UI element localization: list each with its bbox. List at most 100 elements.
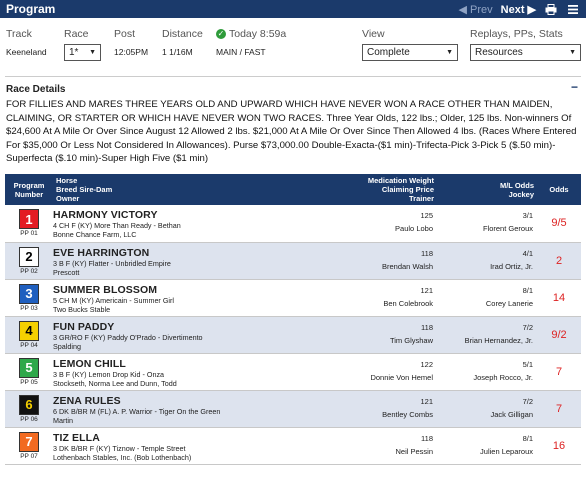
jockey-name: Florent Geroux bbox=[482, 224, 533, 233]
weight-value: 125 bbox=[420, 211, 433, 220]
program-number-badge: 5 bbox=[19, 357, 39, 378]
program-number-cell: 6 PP 06 bbox=[5, 390, 53, 427]
horse-name[interactable]: FUN PADDY bbox=[53, 321, 327, 333]
list-menu-icon[interactable] bbox=[566, 3, 580, 15]
ml-odds-value: 8/1 bbox=[522, 285, 533, 295]
horse-breed: 5 CH M (KY) Americain - Summer Girl bbox=[53, 295, 175, 305]
race-info: Track Race Post Distance ✓ Today 8:59a Vi… bbox=[0, 18, 586, 488]
table-row[interactable]: 7 PP 07 TIZ ELLA 3 DK B/BR F (KY) Tiznow - … bbox=[5, 427, 581, 464]
horse-cell: HARMONY VICTORY 4 CH F (KY) More Than Rea… bbox=[53, 205, 327, 242]
horse-owner: Lothenbach Stables, Inc. (Bob Lothenbach… bbox=[53, 452, 192, 462]
live-odds: 16 bbox=[552, 439, 566, 452]
ml-odds-cell: 7/2 Jack Gilligan bbox=[437, 390, 537, 427]
table-row[interactable]: 4 PP 04 FUN PADDY 3 GR/RO F (KY) Paddy O'Pr… bbox=[5, 316, 581, 353]
horse-name[interactable]: TIZ ELLA bbox=[53, 432, 327, 444]
header-nav: ◀ Prev Next ▶ bbox=[459, 3, 581, 16]
weight-value: 118 bbox=[421, 248, 433, 258]
col-odds: Odds bbox=[549, 185, 569, 194]
program-number-cell: 1 PP 01 bbox=[5, 205, 53, 242]
post-position: PP 01 bbox=[20, 230, 38, 237]
program-number-badge: 2 bbox=[19, 246, 39, 267]
horse-name[interactable]: SUMMER BLOSSOM bbox=[53, 284, 327, 296]
chevron-down-icon: ▼ bbox=[569, 49, 576, 56]
jockey-name: Jack Gilligan bbox=[490, 409, 533, 419]
table-row[interactable]: 1 PP 01 HARMONY VICTORY 4 CH F (KY) More Th… bbox=[5, 205, 581, 242]
col-medication: Medication Weight Claiming Price Trainer bbox=[367, 176, 434, 203]
horse-owner: Martin bbox=[53, 415, 73, 425]
program-number-badge: 6 bbox=[19, 394, 39, 415]
program-number-badge: 3 bbox=[19, 283, 39, 304]
trainer-name: Brendan Walsh bbox=[382, 261, 433, 271]
jockey-name: Julien Leparoux bbox=[480, 446, 533, 456]
table-row[interactable]: 6 PP 06 ZENA RULES 6 DK B/BR M (FL) A. P. W… bbox=[5, 390, 581, 427]
table-header-row: Program Number Horse Breed Sire-Dam Owner M… bbox=[5, 174, 581, 205]
horse-name[interactable]: ZENA RULES bbox=[53, 395, 327, 407]
post-value: 12:05PM bbox=[114, 47, 149, 57]
race-details-heading: Race Details bbox=[6, 84, 66, 95]
distance-label: Distance bbox=[162, 28, 203, 40]
horse-breed: 3 B F (KY) Flatter - Unbridled Empire bbox=[53, 258, 171, 268]
jockey-name: Joseph Rocco, Jr. bbox=[473, 372, 533, 382]
horse-cell: EVE HARRINGTON 3 B F (KY) Flatter - Unbri… bbox=[53, 242, 327, 279]
jockey-name: Brian Hernandez, Jr. bbox=[464, 335, 533, 345]
today-label: ✓ Today 8:59a bbox=[216, 28, 287, 40]
jockey-name: Irad Ortiz, Jr. bbox=[490, 261, 533, 271]
table-row[interactable]: 5 PP 05 LEMON CHILL 3 B F (KY) Lemon Drop K… bbox=[5, 353, 581, 390]
program-header: Program ◀ Prev Next ▶ bbox=[0, 0, 586, 18]
ml-odds-value: 3/1 bbox=[522, 211, 533, 220]
horse-breed: 3 GR/RO F (KY) Paddy O'Prado - Divertime… bbox=[53, 332, 203, 342]
medication-cell: 118 Tim Glyshaw bbox=[327, 316, 437, 353]
ml-odds-cell: 8/1 Julien Leparoux bbox=[437, 427, 537, 464]
check-icon: ✓ bbox=[216, 29, 226, 40]
collapse-toggle[interactable]: − bbox=[571, 80, 578, 94]
trainer-name: Ben Colebrook bbox=[383, 298, 433, 308]
table-row[interactable]: 3 PP 03 SUMMER BLOSSOM 5 CH M (KY) Americai… bbox=[5, 279, 581, 316]
post-position: PP 05 bbox=[20, 378, 38, 386]
horse-breed: 4 CH F (KY) More Than Ready - Bethan bbox=[53, 221, 181, 230]
horse-name[interactable]: EVE HARRINGTON bbox=[53, 247, 327, 259]
replays-label: Replays, PPs, Stats bbox=[470, 28, 563, 40]
post-position: PP 02 bbox=[20, 267, 38, 275]
trainer-name: Neil Pessin bbox=[395, 446, 433, 456]
post-position: PP 04 bbox=[20, 341, 38, 349]
medication-cell: 121 Ben Colebrook bbox=[327, 279, 437, 316]
weight-value: 121 bbox=[420, 396, 433, 406]
program-number-badge: 4 bbox=[19, 320, 39, 341]
ml-odds-cell: 4/1 Irad Ortiz, Jr. bbox=[437, 242, 537, 279]
ml-odds-value: 4/1 bbox=[522, 248, 533, 258]
horse-cell: FUN PADDY 3 GR/RO F (KY) Paddy O'Prado - … bbox=[53, 316, 327, 353]
print-icon[interactable] bbox=[544, 3, 558, 15]
weight-value: 122 bbox=[420, 359, 433, 369]
horse-cell: SUMMER BLOSSOM 5 CH M (KY) Americain - Su… bbox=[53, 279, 327, 316]
next-button[interactable]: Next ▶ bbox=[501, 3, 536, 16]
race-select[interactable]: 1* ▼ bbox=[64, 44, 101, 61]
table-row[interactable]: 2 PP 02 EVE HARRINGTON 3 B F (KY) Flatter -… bbox=[5, 242, 581, 279]
medication-cell: 125 Paulo Lobo bbox=[327, 205, 437, 242]
prev-button[interactable]: ◀ Prev bbox=[459, 3, 493, 16]
resources-select[interactable]: Resources ▼ bbox=[470, 44, 581, 61]
race-details-text: FOR FILLIES AND MARES THREE YEARS OLD AN… bbox=[6, 99, 577, 164]
horse-breed: 3 DK B/BR F (KY) Tiznow - Temple Street bbox=[53, 443, 186, 453]
view-select[interactable]: Complete ▼ bbox=[362, 44, 458, 61]
live-odds: 7 bbox=[555, 365, 563, 378]
horse-owner: Two Bucks Stable bbox=[53, 304, 111, 314]
distance-value: 1 1/16M bbox=[162, 47, 193, 57]
program-number-cell: 4 PP 04 bbox=[5, 316, 53, 353]
live-odds: 2 bbox=[555, 254, 563, 267]
horse-name[interactable]: LEMON CHILL bbox=[53, 358, 327, 370]
horse-breed: 3 B F (KY) Lemon Drop Kid - Onza bbox=[53, 369, 165, 379]
program-number-badge: 1 bbox=[19, 209, 39, 229]
ml-odds-value: 8/1 bbox=[522, 433, 533, 443]
trainer-name: Paulo Lobo bbox=[395, 224, 433, 233]
program-number-cell: 7 PP 07 bbox=[5, 427, 53, 464]
post-position: PP 03 bbox=[20, 304, 38, 312]
trainer-name: Bentley Combs bbox=[382, 409, 433, 419]
weight-value: 121 bbox=[420, 285, 433, 295]
surface-value: MAIN / FAST bbox=[216, 47, 266, 57]
program-number-cell: 5 PP 05 bbox=[5, 353, 53, 390]
horse-cell: LEMON CHILL 3 B F (KY) Lemon Drop Kid - O… bbox=[53, 353, 327, 390]
ml-odds-cell: 8/1 Corey Lanerie bbox=[437, 279, 537, 316]
trainer-name: Tim Glyshaw bbox=[389, 335, 433, 345]
post-position: PP 07 bbox=[20, 452, 38, 460]
horse-name[interactable]: HARMONY VICTORY bbox=[53, 209, 327, 221]
